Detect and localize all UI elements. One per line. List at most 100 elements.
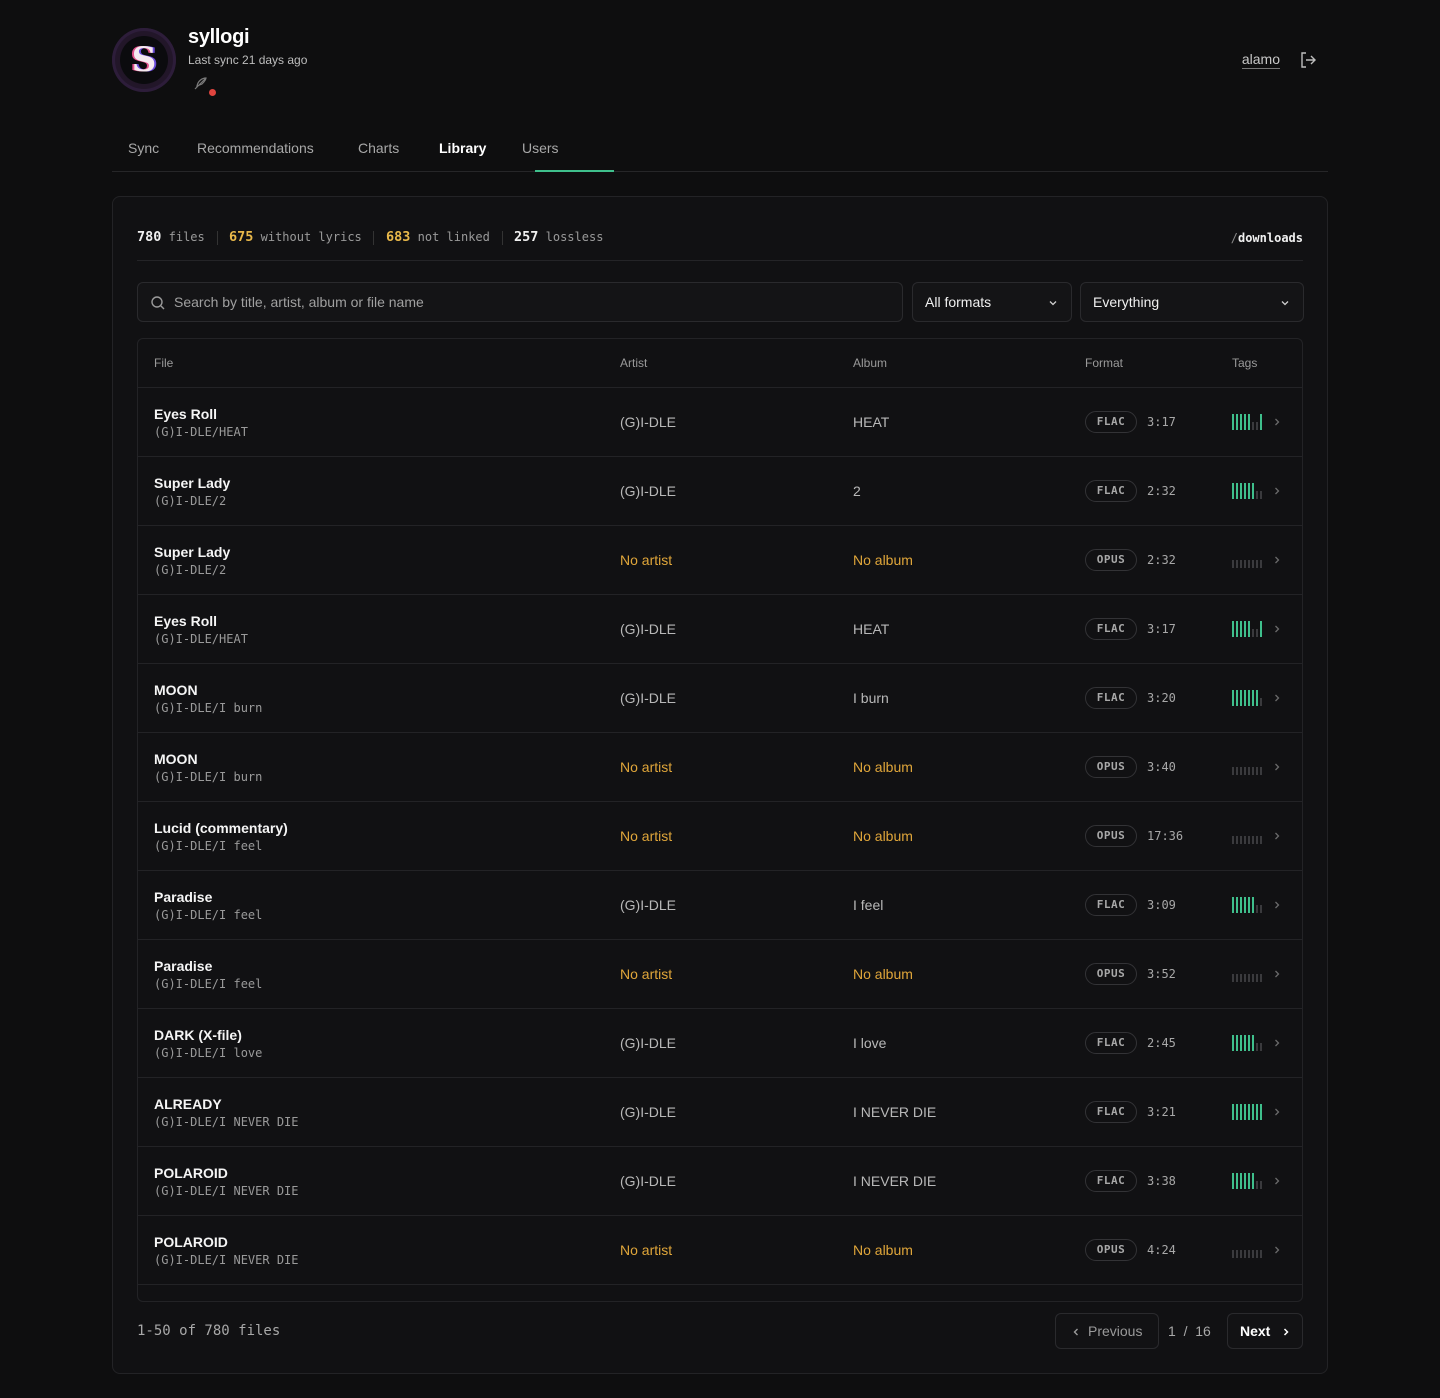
tag-bar xyxy=(1244,621,1246,637)
tag-bar xyxy=(1232,621,1234,637)
table-row[interactable]: DARK (X-file) (G)I-DLE/I love (G)I-DLE I lo… xyxy=(138,1009,1302,1078)
tab-recommendations[interactable]: Recommendations xyxy=(197,140,314,172)
chevron-right-icon[interactable] xyxy=(1271,1037,1283,1049)
duration: 3:52 xyxy=(1147,967,1176,981)
tag-bar xyxy=(1232,560,1234,568)
table-row[interactable]: Paradise (G)I-DLE/I feel No artist No album… xyxy=(138,940,1302,1009)
chevron-right-icon[interactable] xyxy=(1271,485,1283,497)
table-row[interactable]: MOON (G)I-DLE/I burn No artist No album OPUS… xyxy=(138,733,1302,802)
tag-bar xyxy=(1248,1173,1250,1189)
tag-bar xyxy=(1248,897,1250,913)
file-title: Super Lady xyxy=(154,544,231,560)
album-cell: 2 xyxy=(853,483,861,499)
artist-cell: No artist xyxy=(620,828,673,844)
tag-bar xyxy=(1248,483,1250,499)
album-cell: I NEVER DIE xyxy=(853,1104,937,1120)
artist-cell: (G)I-DLE xyxy=(620,897,676,913)
album-cell: No album xyxy=(853,966,913,982)
artist-cell: (G)I-DLE xyxy=(620,414,676,430)
chevron-right-icon[interactable] xyxy=(1271,899,1283,911)
file-title: POLAROID xyxy=(154,1234,228,1250)
album-cell: No album xyxy=(853,552,913,568)
tag-completeness xyxy=(1232,483,1262,499)
chevron-right-icon[interactable] xyxy=(1271,761,1283,773)
tag-bar xyxy=(1240,621,1242,637)
table-row[interactable]: Eyes Roll (G)I-DLE/HEAT (G)I-DLE HEAT FLAC 3:… xyxy=(138,388,1302,457)
format-badge: OPUS xyxy=(1085,756,1137,778)
table-row[interactable]: Super Lady (G)I-DLE/2 (G)I-DLE 2 FLAC 2:32 xyxy=(138,457,1302,526)
chevron-right-icon[interactable] xyxy=(1271,1244,1283,1256)
active-tab-indicator xyxy=(535,170,614,172)
main-tabs: Sync Recommendations Charts Library User… xyxy=(112,128,1328,172)
file-title: Lucid (commentary) xyxy=(154,820,288,836)
tag-bar xyxy=(1256,690,1258,706)
tag-bar xyxy=(1232,690,1234,706)
tag-bar xyxy=(1256,836,1258,844)
table-row[interactable]: POLAROID (G)I-DLE/I NEVER DIE No artist No … xyxy=(138,1216,1302,1285)
stat-lossless: 257 lossless xyxy=(514,229,604,245)
table-row[interactable]: Eyes Roll (G)I-DLE/HEAT (G)I-DLE HEAT FLAC 3:… xyxy=(138,595,1302,664)
artist-cell: No artist xyxy=(620,552,673,568)
tag-bar xyxy=(1244,1250,1246,1258)
chevron-right-icon[interactable] xyxy=(1271,1106,1283,1118)
tab-library[interactable]: Library xyxy=(439,140,486,172)
tab-users[interactable]: Users xyxy=(522,140,559,172)
tab-charts[interactable]: Charts xyxy=(358,140,399,172)
tag-bar xyxy=(1240,690,1242,706)
tag-bar xyxy=(1236,621,1238,637)
table-row[interactable]: Super Lady (G)I-DLE/2 No artist No album OPU… xyxy=(138,526,1302,595)
search-box xyxy=(137,282,903,322)
duration: 2:32 xyxy=(1147,484,1176,498)
format-select[interactable]: All formats xyxy=(912,282,1072,322)
tab-sync[interactable]: Sync xyxy=(128,140,159,172)
table-row[interactable]: Paradise (G)I-DLE/I feel (G)I-DLE I feel FLA… xyxy=(138,871,1302,940)
chevron-right-icon[interactable] xyxy=(1271,416,1283,428)
scope-select[interactable]: Everything xyxy=(1080,282,1304,322)
previous-page-button[interactable]: Previous xyxy=(1055,1313,1159,1349)
tag-bar xyxy=(1240,767,1242,775)
chevron-right-icon[interactable] xyxy=(1271,1175,1283,1187)
tag-bar xyxy=(1240,1035,1242,1051)
chevron-right-icon[interactable] xyxy=(1271,830,1283,842)
chevron-right-icon[interactable] xyxy=(1271,623,1283,635)
duration: 3:17 xyxy=(1147,415,1176,429)
format-badge: FLAC xyxy=(1085,1170,1137,1192)
format-badge: OPUS xyxy=(1085,825,1137,847)
chevron-right-icon[interactable] xyxy=(1271,692,1283,704)
tag-bar xyxy=(1256,974,1258,982)
duration: 3:09 xyxy=(1147,898,1176,912)
tag-bar xyxy=(1244,690,1246,706)
tag-bar xyxy=(1260,560,1262,568)
file-title: Paradise xyxy=(154,958,213,974)
format-badge: OPUS xyxy=(1085,1239,1137,1261)
table-row[interactable]: MOON (G)I-DLE/I burn (G)I-DLE I burn FLAC 3:2… xyxy=(138,664,1302,733)
user-name-link[interactable]: alamo xyxy=(1241,51,1280,69)
search-input[interactable] xyxy=(174,283,894,321)
table-row[interactable]: POLAROID (G)I-DLE/I NEVER DIE (G)I-DLE I NE… xyxy=(138,1147,1302,1216)
table-row[interactable]: ALREADY (G)I-DLE/I NEVER DIE (G)I-DLE I NEV… xyxy=(138,1078,1302,1147)
tag-bar xyxy=(1240,483,1242,499)
next-page-button[interactable]: Next xyxy=(1227,1313,1303,1349)
format-badge: FLAC xyxy=(1085,894,1137,916)
tag-bar xyxy=(1252,1250,1254,1258)
tag-bar xyxy=(1256,560,1258,568)
tag-bar xyxy=(1236,690,1238,706)
tag-bar xyxy=(1232,1104,1234,1120)
results-range: 1-50 of 780 files xyxy=(137,1323,281,1339)
file-path: (G)I-DLE/I burn xyxy=(154,701,263,715)
tag-bar xyxy=(1248,1104,1250,1120)
chevron-right-icon[interactable] xyxy=(1271,968,1283,980)
tag-bar xyxy=(1236,897,1238,913)
tag-bar xyxy=(1256,1043,1258,1051)
album-cell: No album xyxy=(853,759,913,775)
page-indicator: 1 / 16 xyxy=(1168,1323,1211,1339)
tag-bar xyxy=(1236,560,1238,568)
chevron-left-icon xyxy=(1073,1328,1078,1336)
tag-bar xyxy=(1256,1181,1258,1189)
tag-bar xyxy=(1232,1250,1234,1258)
stat-divider xyxy=(217,231,218,245)
table-row[interactable]: Lucid (commentary) (G)I-DLE/I feel No arti… xyxy=(138,802,1302,871)
chevron-right-icon[interactable] xyxy=(1271,554,1283,566)
logout-icon[interactable] xyxy=(1298,50,1318,70)
column-format: Format xyxy=(1085,356,1124,370)
